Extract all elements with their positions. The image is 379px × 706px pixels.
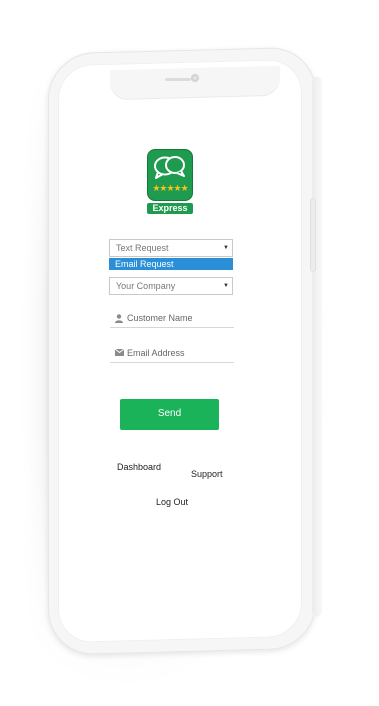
caret-down-icon: ▼: [223, 283, 229, 289]
request-type-select[interactable]: Text Request ▼: [109, 239, 233, 257]
support-link[interactable]: Support: [191, 469, 223, 479]
company-value: Your Company: [116, 281, 176, 291]
company-select[interactable]: Your Company ▼: [109, 277, 233, 295]
logout-link[interactable]: Log Out: [156, 497, 188, 507]
dropdown-option-email-request[interactable]: Email Request: [109, 258, 233, 270]
camera-icon: [191, 74, 199, 82]
person-icon: [115, 314, 123, 323]
email-field[interactable]: Email Address: [110, 346, 234, 363]
customer-name-field[interactable]: Customer Name: [110, 311, 234, 328]
chat-bubbles-icon: [154, 156, 185, 179]
express-badge: Express: [147, 203, 193, 214]
caret-down-icon: ▼: [223, 245, 229, 251]
dashboard-link[interactable]: Dashboard: [117, 462, 161, 472]
speaker-icon: [165, 78, 191, 81]
rating-stars: ★★★★★: [152, 183, 188, 193]
phone-side-button: [310, 198, 316, 272]
send-button[interactable]: Send: [120, 399, 219, 430]
phone-notch: [110, 65, 280, 101]
request-type-value: Text Request: [116, 243, 169, 253]
email-placeholder: Email Address: [127, 348, 185, 358]
mail-icon: [115, 349, 124, 356]
customer-name-placeholder: Customer Name: [127, 313, 193, 323]
